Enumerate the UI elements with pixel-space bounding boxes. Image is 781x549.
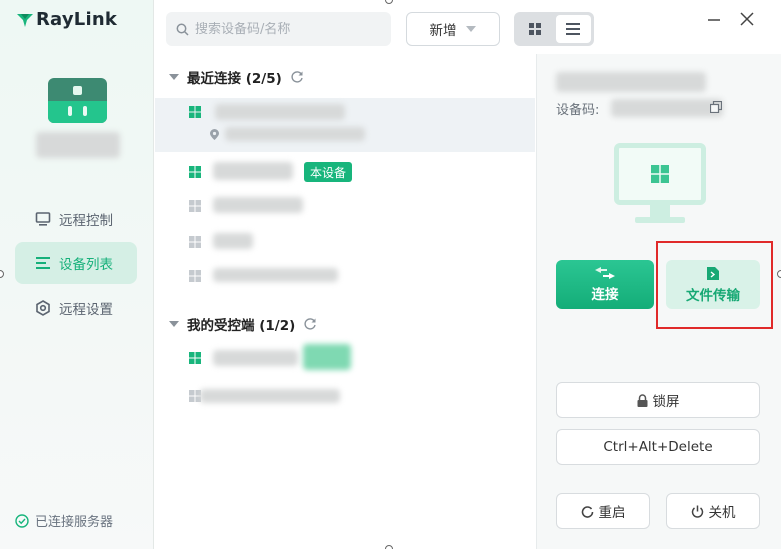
monitor-icon [35, 212, 51, 226]
add-button-label: 新增 [429, 23, 457, 39]
device-name-blurred [213, 233, 253, 249]
device-row[interactable] [155, 228, 535, 256]
recent-group-header[interactable]: 最近连接 (2/5) [169, 67, 304, 87]
restart-button[interactable]: 重启 [556, 493, 650, 529]
restart-icon [581, 505, 593, 518]
lock-screen-button[interactable]: 锁屏 [556, 382, 760, 418]
settings-icon [36, 300, 50, 316]
device-code-blurred [611, 99, 723, 117]
grid-icon [528, 23, 541, 35]
close-button[interactable] [736, 8, 758, 30]
shutdown-button[interactable]: 关机 [666, 493, 760, 529]
monitor-stand [650, 205, 670, 217]
file-transfer-button[interactable]: 文件传输 [666, 260, 760, 309]
connection-status: 已连接服务器 [15, 511, 113, 530]
ctrl-alt-delete-label: Ctrl+Alt+Delete [603, 439, 713, 455]
list-icon [566, 23, 581, 35]
lock-icon [637, 393, 647, 407]
file-transfer-icon [707, 266, 719, 280]
monitor-illustration [614, 143, 706, 205]
connect-arrows-icon [595, 266, 615, 279]
device-list: 最近连接 (2/5) 本设备 我的受控端 (1/2) [155, 54, 535, 549]
minimize-icon [708, 19, 720, 21]
search-input[interactable] [195, 21, 375, 37]
app-logo: RayLink [16, 9, 117, 30]
windows-icon [189, 166, 201, 178]
device-name-blurred [213, 197, 303, 213]
windows-icon [189, 236, 201, 248]
sidebar-item-remote-settings[interactable]: 远程设置 [15, 287, 137, 329]
sidebar-item-label: 设备列表 [59, 257, 113, 273]
list-view-button[interactable] [555, 15, 591, 43]
close-icon [740, 12, 754, 26]
windows-icon [651, 165, 669, 183]
power-icon [691, 505, 703, 518]
windows-icon [189, 106, 201, 118]
add-button[interactable]: 新增 [406, 12, 500, 46]
avatar [48, 78, 107, 123]
grid-view-button[interactable] [517, 15, 553, 43]
windows-icon [189, 352, 201, 364]
device-row[interactable] [155, 192, 535, 220]
logo-icon [17, 13, 33, 27]
device-name-blurred [213, 268, 338, 282]
device-name-blurred [36, 132, 120, 158]
search-icon [176, 23, 189, 36]
this-device-tag: 本设备 [304, 162, 353, 182]
view-toggle [514, 12, 594, 46]
ctrl-alt-delete-button[interactable]: Ctrl+Alt+Delete [556, 429, 760, 465]
device-name-blurred [213, 162, 293, 180]
device-location-blurred [225, 127, 365, 141]
controlled-group-title: 我的受控端 (1/2) [187, 318, 296, 334]
list-icon [36, 257, 50, 269]
shutdown-label: 关机 [708, 505, 736, 521]
sidebar-item-remote-control[interactable]: 远程控制 [15, 198, 137, 240]
monitor-base [635, 217, 685, 223]
refresh-icon[interactable] [290, 70, 304, 84]
connect-button[interactable]: 连接 [556, 260, 654, 309]
collapse-triangle-icon [169, 74, 179, 80]
copy-icon[interactable] [710, 101, 722, 113]
location-pin-icon [210, 129, 219, 140]
device-detail-panel: 设备码: 连接 文件传输 锁屏 Ctrl+Alt+Delete 重启 关机 [536, 54, 781, 549]
windows-icon [189, 270, 201, 282]
sidebar: RayLink 远程控制 设备列表 远程设置 已连接服务器 [0, 0, 154, 549]
device-name-blurred [200, 389, 340, 403]
minimize-button[interactable] [703, 8, 725, 30]
device-name-blurred [215, 104, 345, 120]
device-row[interactable] [155, 382, 535, 410]
restart-label: 重启 [598, 505, 626, 521]
device-code-label: 设备码: [556, 103, 600, 118]
device-row[interactable]: 本设备 [155, 156, 535, 188]
connect-label: 连接 [591, 286, 619, 303]
search-box [166, 12, 391, 46]
sidebar-item-label: 远程设置 [59, 302, 113, 318]
lock-screen-label: 锁屏 [652, 394, 680, 410]
device-row[interactable] [155, 98, 535, 152]
collapse-triangle-icon [169, 321, 179, 327]
resize-handle[interactable] [385, 0, 393, 4]
chevron-down-icon [465, 26, 476, 32]
device-name-blurred [213, 350, 298, 366]
status-text: 已连接服务器 [35, 515, 114, 530]
refresh-icon[interactable] [303, 317, 317, 331]
sidebar-item-device-list[interactable]: 设备列表 [15, 242, 137, 284]
device-row[interactable] [155, 342, 535, 374]
recent-group-title: 最近连接 (2/5) [187, 71, 282, 87]
check-circle-icon [15, 513, 29, 528]
controlled-group-header[interactable]: 我的受控端 (1/2) [169, 314, 317, 334]
windows-icon [189, 200, 201, 212]
resize-handle[interactable] [777, 270, 781, 278]
device-title-blurred [556, 72, 706, 92]
logo-text: RayLink [36, 9, 118, 30]
device-row[interactable] [155, 262, 535, 290]
sidebar-item-label: 远程控制 [59, 213, 113, 229]
resize-handle[interactable] [385, 545, 393, 549]
device-status-blurred [303, 344, 351, 370]
file-transfer-label: 文件传输 [686, 287, 740, 304]
